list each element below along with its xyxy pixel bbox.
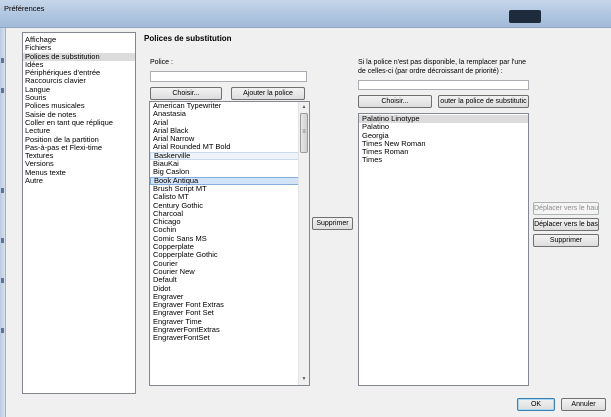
- substitution-list-item[interactable]: Times Roman: [359, 147, 528, 156]
- window-titlebar: Préférences: [0, 0, 611, 28]
- sidebar-item[interactable]: Autre: [23, 176, 135, 185]
- scroll-down-icon[interactable]: ▼: [299, 374, 309, 385]
- font-list-item[interactable]: Default: [150, 275, 309, 284]
- choose-substitution-button[interactable]: Choisir...: [358, 95, 432, 108]
- font-list-items: American Typewriter Anastasia Arial Arial B…: [150, 102, 309, 343]
- scroll-up-icon[interactable]: ▲: [299, 102, 309, 113]
- cancel-button[interactable]: Annuler: [561, 398, 606, 411]
- window-title: Préférences: [4, 4, 45, 13]
- font-list-item[interactable]: Anastasia: [150, 109, 309, 118]
- substitution-list[interactable]: Palatino Linotype Palatino Georgia Times Ne…: [358, 113, 529, 386]
- police-input[interactable]: [150, 71, 307, 82]
- font-list-scrollbar[interactable]: ▲ ▼: [298, 102, 309, 385]
- remove-font-button[interactable]: Supprimer: [312, 217, 353, 230]
- section-title: Polices de substitution: [144, 34, 232, 43]
- substitution-input[interactable]: [358, 80, 529, 90]
- close-window-button[interactable]: [509, 10, 541, 23]
- substitution-list-item[interactable]: Times: [359, 156, 528, 165]
- substitution-label: Si la police n'est pas disponible, la re…: [358, 59, 527, 75]
- font-list-item[interactable]: EngraverFontSet: [150, 334, 309, 343]
- police-label: Police :: [150, 59, 173, 66]
- choose-font-button[interactable]: Choisir...: [150, 87, 222, 100]
- remove-substitution-button[interactable]: Supprimer: [533, 234, 599, 247]
- move-down-button[interactable]: Déplacer vers le bas: [533, 218, 599, 231]
- move-up-button[interactable]: Déplacer vers le haut: [533, 202, 599, 215]
- add-font-button[interactable]: Ajouter la police: [231, 87, 305, 100]
- scrollbar-thumb[interactable]: [300, 113, 308, 153]
- ok-button[interactable]: OK: [517, 398, 555, 411]
- add-substitution-button[interactable]: outer la police de substitutic: [438, 95, 529, 108]
- font-list[interactable]: American Typewriter Anastasia Arial Arial B…: [149, 101, 310, 386]
- category-list[interactable]: Affichage Fichiers Polices de substitution…: [22, 32, 136, 394]
